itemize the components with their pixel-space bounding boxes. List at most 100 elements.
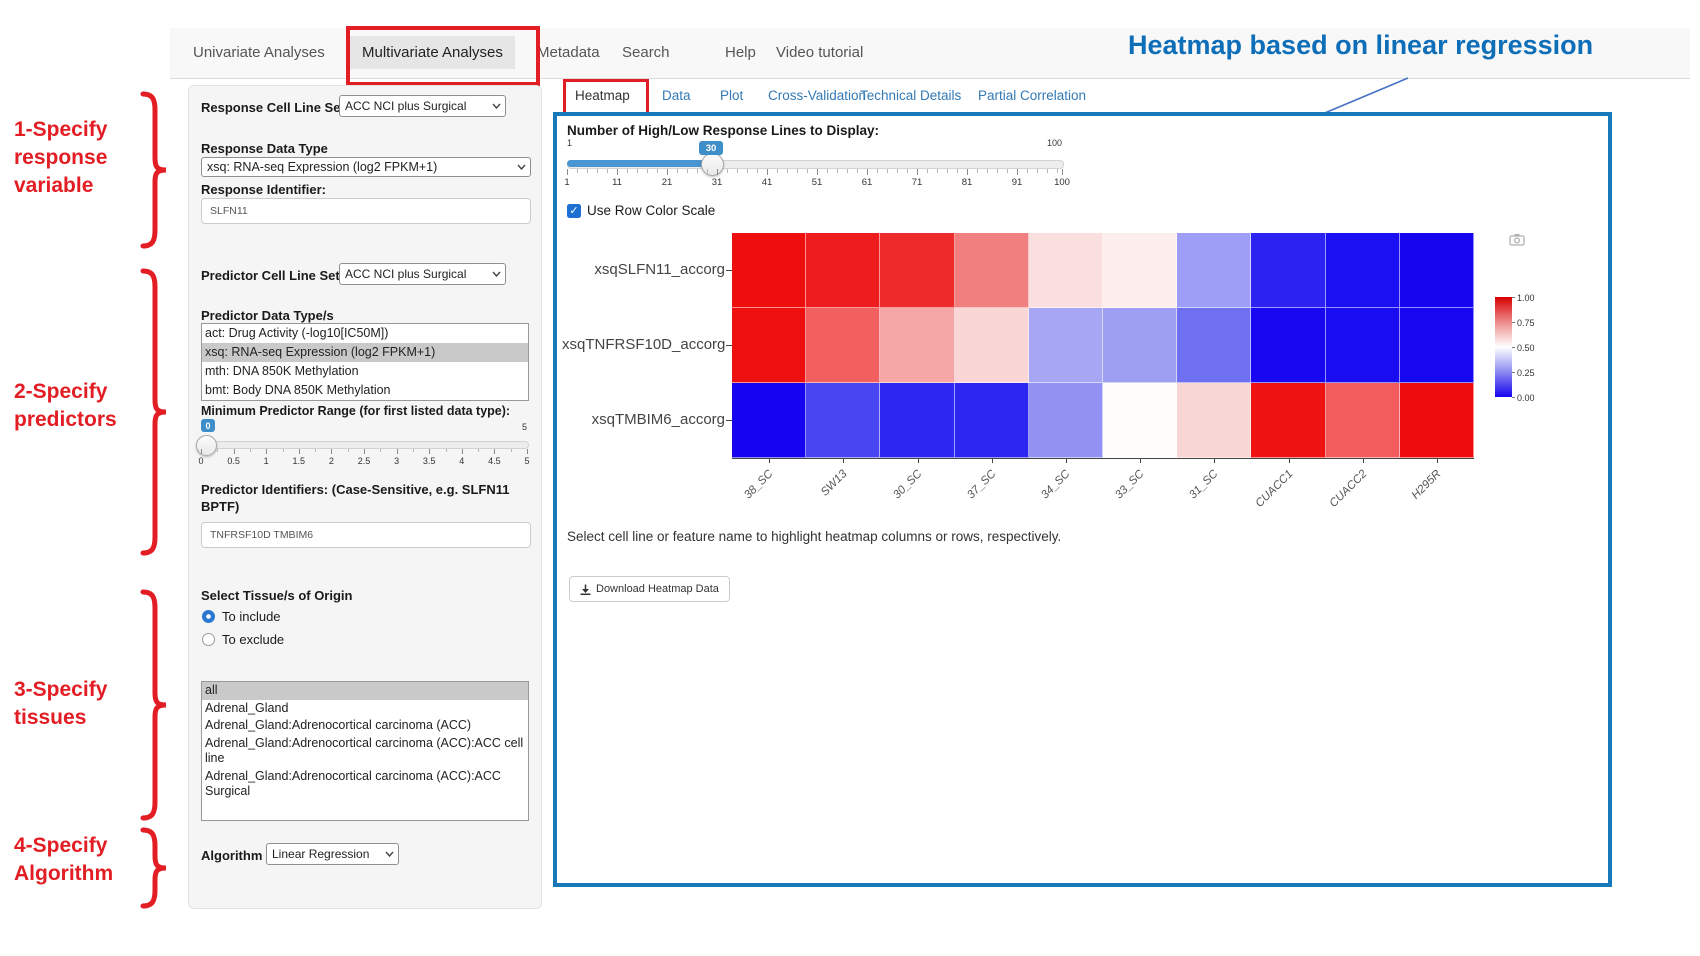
heatmap-col-label[interactable]: SW13 <box>792 468 850 526</box>
heatmap-row-tick <box>726 345 732 346</box>
heatmap-cell[interactable] <box>732 383 806 458</box>
nav-item-search[interactable]: Search <box>622 44 670 61</box>
predictor-data-type-option[interactable]: act: Drug Activity (-log10[IC50M]) <box>202 324 528 343</box>
response-cell-line-set-value: ACC NCI plus Surgical <box>345 99 466 113</box>
heatmap-cell[interactable] <box>1029 383 1103 458</box>
tab-plot[interactable]: Plot <box>720 88 743 103</box>
predictor-data-type-option[interactable]: bmt: Body DNA 850K Methylation <box>202 381 528 400</box>
heatmap-col-label[interactable]: 38_SC <box>718 468 776 526</box>
heatmap-cell[interactable] <box>1251 233 1325 308</box>
heatmap-cell[interactable] <box>1400 308 1474 383</box>
tab-partial-correlation[interactable]: Partial Correlation <box>978 88 1086 103</box>
mini-slider-tick <box>446 449 447 452</box>
mini-slider-tick <box>331 449 332 454</box>
response-lines-slider-tick <box>957 169 958 173</box>
heatmap-col-label[interactable]: 37_SC <box>940 468 998 526</box>
tab-data[interactable]: Data <box>662 88 691 103</box>
heatmap-cell[interactable] <box>880 383 954 458</box>
heatmap-cell[interactable] <box>1400 233 1474 308</box>
heatmap-cell[interactable] <box>1029 308 1103 383</box>
mini-slider-handle[interactable] <box>196 435 217 456</box>
heatmap-cell[interactable] <box>1103 308 1177 383</box>
heatmap-cell[interactable] <box>1103 383 1177 458</box>
camera-icon[interactable] <box>1509 233 1525 246</box>
tissue-option[interactable]: Adrenal_Gland:Adrenocortical carcinoma (… <box>202 768 528 801</box>
heatmap-col-label[interactable]: 34_SC <box>1014 468 1072 526</box>
row-color-scale-checkbox[interactable]: ✓ <box>567 204 581 218</box>
heatmap-col-label[interactable]: 31_SC <box>1163 468 1221 526</box>
heatmap-cell[interactable] <box>1326 233 1400 308</box>
response-lines-slider-tick-label: 71 <box>912 177 923 188</box>
heatmap-cell[interactable] <box>1177 308 1251 383</box>
heatmap-cell[interactable] <box>1400 383 1474 458</box>
heatmap-cell[interactable] <box>1177 383 1251 458</box>
heatmap-cell[interactable] <box>1251 308 1325 383</box>
response-cell-line-set-select[interactable]: ACC NCI plus Surgical <box>339 95 506 117</box>
nav-item-metadata[interactable]: Metadata <box>537 44 600 61</box>
tab-technical-details[interactable]: Technical Details <box>860 88 961 103</box>
heatmap-cell[interactable] <box>955 383 1029 458</box>
heatmap-cell[interactable] <box>1251 383 1325 458</box>
heatmap-row-label[interactable]: xsqTMBIM6_accorg <box>562 411 725 428</box>
heatmap-col-label[interactable]: CUACC1 <box>1237 468 1295 526</box>
heatmap-row-label[interactable]: xsqTNFRSF10D_accorg <box>562 336 725 353</box>
predictor-data-type-option[interactable]: mth: DNA 850K Methylation <box>202 362 528 381</box>
predictor-data-type-option[interactable]: xsq: RNA-seq Expression (log2 FPKM+1) <box>202 343 528 362</box>
heatmap-col-tick <box>843 459 844 463</box>
radio-to-include[interactable] <box>202 610 215 623</box>
heatmap-cell[interactable] <box>1177 233 1251 308</box>
algorithm-select[interactable]: Linear Regression <box>266 843 399 865</box>
heatmap-cell[interactable] <box>806 383 880 458</box>
heatmap-cell[interactable] <box>732 233 806 308</box>
heatmap-col-label[interactable]: 30_SC <box>866 468 924 526</box>
heatmap-col-tick <box>1289 459 1290 463</box>
response-lines-slider-tick <box>907 169 908 173</box>
predictor-cell-line-set-select[interactable]: ACC NCI plus Surgical <box>339 263 506 285</box>
heatmap-row-label[interactable]: xsqSLFN11_accorg <box>562 261 725 278</box>
response-data-type-select[interactable]: xsq: RNA-seq Expression (log2 FPKM+1) <box>201 157 531 177</box>
tissue-option[interactable]: all <box>202 682 528 700</box>
response-lines-slider-tick <box>657 169 658 173</box>
nav-item-multivariate-analyses[interactable]: Multivariate Analyses <box>350 36 515 69</box>
tissues-listbox[interactable]: allAdrenal_GlandAdrenal_Gland:Adrenocort… <box>201 681 529 821</box>
response-lines-slider-tick <box>597 169 598 173</box>
nav-item-video-tutorial[interactable]: Video tutorial <box>776 44 863 61</box>
heatmap-cell[interactable] <box>806 233 880 308</box>
tab-cross-validation[interactable]: Cross-Validation <box>768 88 866 103</box>
response-identifier-input[interactable]: SLFN11 <box>201 198 531 224</box>
heatmap-col-label[interactable]: H295R <box>1385 468 1443 526</box>
slider-value-badge: 30 <box>699 141 723 155</box>
tissue-option[interactable]: Adrenal_Gland <box>202 700 528 718</box>
mini-slider-track[interactable] <box>201 441 529 449</box>
response-data-type-value: xsq: RNA-seq Expression (log2 FPKM+1) <box>207 160 437 174</box>
nav-item-univariate-analyses[interactable]: Univariate Analyses <box>193 44 325 61</box>
response-lines-slider-tick <box>607 169 608 173</box>
heatmap-cell[interactable] <box>1326 383 1400 458</box>
response-lines-slider-handle[interactable] <box>701 153 724 176</box>
tissue-option[interactable]: Adrenal_Gland:Adrenocortical carcinoma (… <box>202 735 528 768</box>
heatmap-col-tick <box>1140 459 1141 463</box>
mini-slider-tick <box>527 449 528 454</box>
mini-slider-tick <box>462 449 463 454</box>
mini-slider-tick <box>511 449 512 452</box>
heatmap-cell[interactable] <box>955 233 1029 308</box>
heatmap-cell[interactable] <box>880 308 954 383</box>
download-heatmap-data-button[interactable]: Download Heatmap Data <box>569 576 730 602</box>
predictor-data-types-listbox[interactable]: act: Drug Activity (-log10[IC50M])xsq: R… <box>201 323 529 401</box>
heatmap-cell[interactable] <box>955 308 1029 383</box>
heatmap-col-label[interactable]: CUACC2 <box>1311 468 1369 526</box>
response-lines-slider-tick <box>1057 169 1058 173</box>
heatmap-cell[interactable] <box>732 308 806 383</box>
heatmap-cell[interactable] <box>1326 308 1400 383</box>
heatmap-cell[interactable] <box>1029 233 1103 308</box>
tab-heatmap[interactable]: Heatmap <box>575 88 630 103</box>
radio-to-exclude[interactable] <box>202 633 215 646</box>
tissue-option[interactable]: Adrenal_Gland:Adrenocortical carcinoma (… <box>202 717 528 735</box>
heatmap-cell[interactable] <box>806 308 880 383</box>
heatmap-cell[interactable] <box>880 233 954 308</box>
heatmap-cell[interactable] <box>1103 233 1177 308</box>
predictor-identifiers-input[interactable]: TNFRSF10D TMBIM6 <box>201 522 531 548</box>
heatmap-col-label[interactable]: 33_SC <box>1089 468 1147 526</box>
nav-item-help[interactable]: Help <box>725 44 756 61</box>
tissues-label: Select Tissue/s of Origin <box>201 588 352 603</box>
